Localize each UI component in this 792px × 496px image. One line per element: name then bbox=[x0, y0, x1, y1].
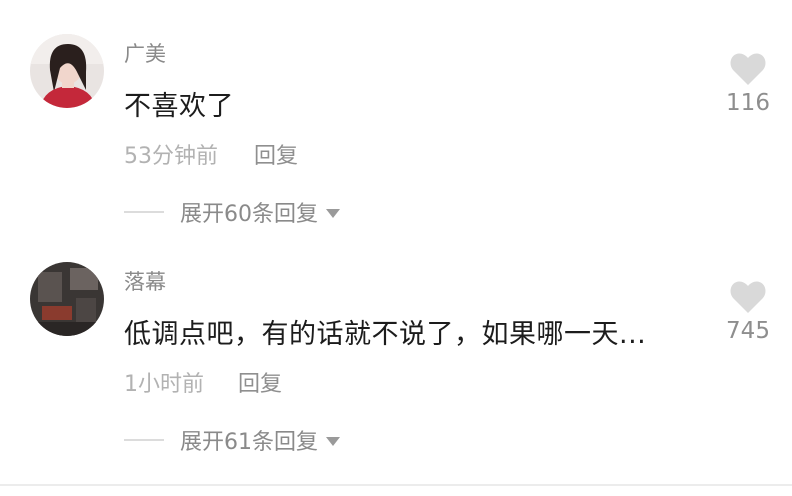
divider bbox=[124, 211, 164, 213]
expand-replies-button[interactable]: 展开60条回复 bbox=[124, 196, 340, 228]
like-count: 745 bbox=[726, 318, 770, 344]
divider bbox=[124, 439, 164, 441]
comment-meta: 53分钟前 回复 bbox=[124, 138, 298, 170]
expand-replies-button[interactable]: 展开61条回复 bbox=[124, 424, 340, 456]
like-count: 116 bbox=[726, 90, 770, 116]
comment-text: 低调点吧，有的话就不说了，如果哪一天... bbox=[124, 319, 647, 350]
avatar[interactable] bbox=[30, 34, 104, 108]
comment-time: 53分钟前 bbox=[124, 144, 218, 169]
caret-down-icon bbox=[326, 437, 340, 446]
like-button[interactable]: 116 bbox=[718, 52, 778, 116]
heart-icon bbox=[730, 281, 766, 313]
avatar[interactable] bbox=[30, 262, 104, 336]
caret-down-icon bbox=[326, 209, 340, 218]
comment-username[interactable]: 落幕 bbox=[124, 266, 166, 296]
comment-meta: 1小时前 回复 bbox=[124, 366, 282, 398]
comment-time: 1小时前 bbox=[124, 372, 204, 397]
reply-button[interactable]: 回复 bbox=[238, 372, 282, 397]
heart-icon bbox=[730, 53, 766, 85]
divider bbox=[0, 484, 792, 486]
reply-button[interactable]: 回复 bbox=[254, 144, 298, 169]
expand-replies-label: 展开60条回复 bbox=[180, 202, 318, 227]
like-button[interactable]: 745 bbox=[718, 280, 778, 344]
comment-list: 广美 不喜欢了 53分钟前 回复 展开60条回复 116 落幕 低调点吧，有的话… bbox=[0, 0, 792, 496]
comment-text: 不喜欢了 bbox=[124, 91, 234, 122]
expand-replies-label: 展开61条回复 bbox=[180, 430, 318, 455]
comment-username[interactable]: 广美 bbox=[124, 38, 166, 68]
